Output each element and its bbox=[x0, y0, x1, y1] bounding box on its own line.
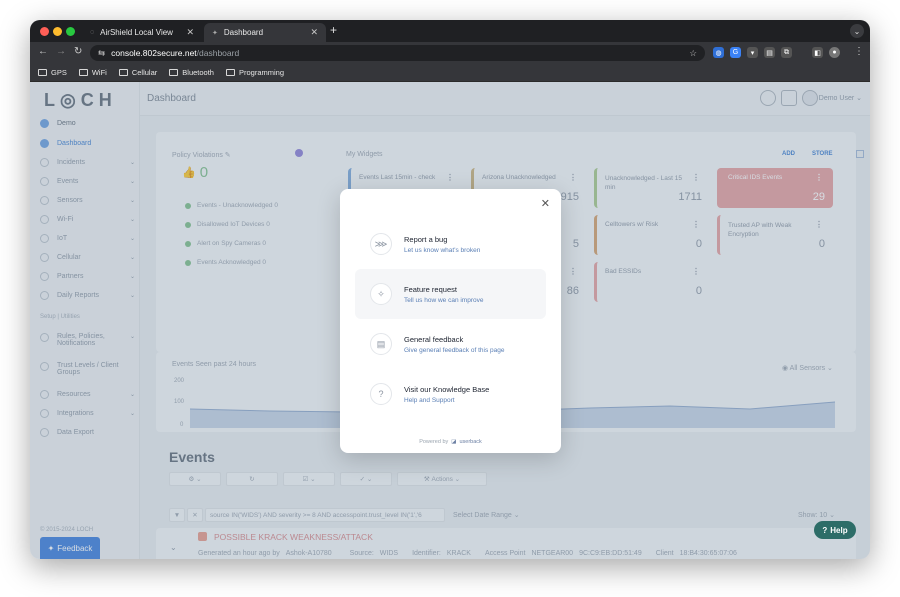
document-icon: ▤ bbox=[370, 333, 392, 355]
powered-by-label: Powered by bbox=[419, 439, 449, 445]
question-icon: ? bbox=[822, 525, 828, 535]
option-subtitle: Tell us how we can improve bbox=[404, 296, 484, 304]
back-icon[interactable]: ← bbox=[38, 46, 48, 57]
sparkle-icon: ✦ bbox=[212, 29, 218, 37]
extension-1-icon[interactable]: ◍ bbox=[713, 47, 724, 58]
address-bar[interactable]: ⇆ console.802secure.net/dashboard ☆ bbox=[90, 45, 705, 61]
option-title: Visit our Knowledge Base bbox=[404, 384, 490, 394]
general-feedback-option[interactable]: ▤ General feedback Give general feedback … bbox=[355, 319, 546, 369]
browser-toolbar: ← → ↻ ⇆ console.802secure.net/dashboard … bbox=[30, 42, 870, 64]
option-title: General feedback bbox=[404, 334, 464, 344]
tab-bar: ◌ AirShield Local View ✕ ✦ Dashboard ✕ +… bbox=[30, 20, 870, 42]
bookmark-cellular[interactable]: Cellular bbox=[118, 68, 158, 77]
bookmarks-bar: GPS WiFi Cellular Bluetooth Programming bbox=[30, 64, 870, 82]
bookmark-star-icon[interactable]: ☆ bbox=[689, 48, 697, 59]
globe-icon: ◌ bbox=[90, 29, 95, 36]
feedback-modal: ✕ ⋙ Report a bug Let us know what's broke… bbox=[340, 189, 561, 453]
tab-search-icon[interactable]: ⌄ bbox=[850, 24, 864, 38]
tab-title: Dashboard bbox=[223, 28, 264, 37]
bookmark-wifi[interactable]: WiFi bbox=[78, 68, 107, 77]
extensions-puzzle-icon[interactable]: ⧉ bbox=[781, 47, 792, 58]
folder-icon bbox=[38, 69, 47, 76]
knowledge-base-option[interactable]: ? Visit our Knowledge Base Help and Suppo… bbox=[355, 369, 546, 419]
profile-avatar[interactable]: ● bbox=[829, 47, 840, 58]
extension-2-icon[interactable]: G bbox=[730, 47, 741, 58]
close-tab-icon[interactable]: ✕ bbox=[310, 27, 318, 38]
minimize-window-icon[interactable] bbox=[53, 27, 62, 36]
option-title: Report a bug bbox=[404, 234, 448, 244]
bookmark-label: Programming bbox=[238, 68, 284, 77]
powered-by[interactable]: Powered by ◪ userback bbox=[340, 439, 561, 445]
bookmark-label: Bluetooth bbox=[182, 68, 214, 77]
extension-3-icon[interactable]: ▾ bbox=[747, 47, 758, 58]
forward-icon[interactable]: → bbox=[56, 46, 66, 57]
userback-logo-icon: ◪ bbox=[451, 439, 457, 445]
tab-dashboard[interactable]: ✦ Dashboard ✕ bbox=[204, 23, 326, 42]
sidebar-toggle-icon[interactable]: ◧ bbox=[812, 47, 823, 58]
help-label: Help bbox=[830, 525, 848, 535]
app-page: L◎CH Demo Dashboard Incidents ⌄ Events ⌄ S… bbox=[30, 82, 870, 559]
option-subtitle: Let us know what's broken bbox=[404, 246, 481, 254]
site-info-icon[interactable]: ⇆ bbox=[98, 48, 105, 59]
folder-icon bbox=[78, 69, 88, 76]
folder-icon bbox=[118, 69, 128, 76]
close-icon[interactable]: ✕ bbox=[541, 197, 550, 210]
url-host: console.802secure.net bbox=[111, 48, 197, 58]
bookmark-label: Cellular bbox=[131, 68, 158, 77]
browser-window: ◌ AirShield Local View ✕ ✦ Dashboard ✕ +… bbox=[30, 20, 870, 559]
bug-icon: ⋙ bbox=[370, 233, 392, 255]
feature-request-option[interactable]: ✧ Feature request Tell us how we can impr… bbox=[355, 269, 546, 319]
extension-4-icon[interactable]: ▤ bbox=[764, 47, 775, 58]
bookmark-gps[interactable]: GPS bbox=[38, 68, 67, 77]
report-bug-option[interactable]: ⋙ Report a bug Let us know what's broken bbox=[355, 219, 546, 269]
bookmark-label: WiFi bbox=[91, 68, 107, 77]
option-title: Feature request bbox=[404, 284, 457, 294]
bookmark-label: GPS bbox=[51, 68, 67, 77]
question-icon: ? bbox=[370, 383, 392, 405]
brand-name: userback bbox=[459, 439, 482, 445]
maximize-window-icon[interactable] bbox=[66, 27, 75, 36]
help-button[interactable]: ? Help bbox=[814, 521, 856, 539]
tab-airshield[interactable]: ◌ AirShield Local View ✕ bbox=[82, 23, 202, 42]
url-path: /dashboard bbox=[196, 48, 240, 58]
new-tab-icon[interactable]: + bbox=[330, 23, 337, 37]
folder-icon bbox=[225, 69, 235, 76]
option-subtitle: Help and Support bbox=[404, 396, 455, 404]
reload-icon[interactable]: ↻ bbox=[74, 46, 82, 57]
bookmark-programming[interactable]: Programming bbox=[225, 68, 284, 77]
close-tab-icon[interactable]: ✕ bbox=[186, 27, 194, 38]
close-window-icon[interactable] bbox=[40, 27, 49, 36]
bookmark-bluetooth[interactable]: Bluetooth bbox=[169, 68, 214, 77]
tab-title: AirShield Local View bbox=[100, 28, 173, 37]
option-subtitle: Give general feedback of this page bbox=[404, 346, 505, 354]
sparkle-icon: ✧ bbox=[370, 283, 392, 305]
folder-icon bbox=[169, 69, 179, 76]
browser-menu-icon[interactable]: ⋮ bbox=[854, 46, 864, 57]
